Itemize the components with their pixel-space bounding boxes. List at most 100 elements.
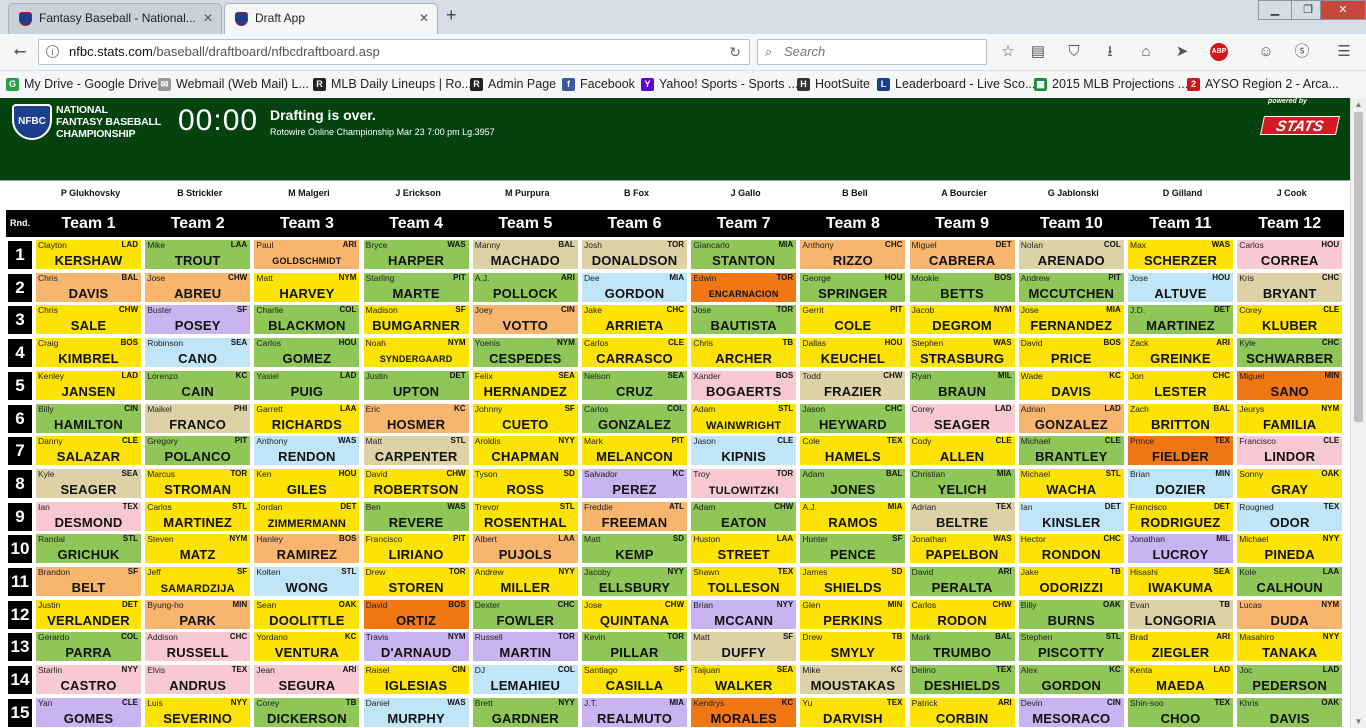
draft-pick-cell[interactable]: Manny BAL MACHADO [472,240,578,269]
draft-pick-cell[interactable]: Kyle CHC SCHWARBER [1237,338,1343,368]
menu-icon[interactable]: ☰ [1332,40,1356,64]
draft-pick-cell[interactable]: Kenley LAD JANSEN [36,370,141,400]
draft-pick-cell[interactable]: Zack ARI GREINKE [1128,338,1233,368]
bookmark-item[interactable]: H HootSuite [797,71,870,98]
draft-pick-cell[interactable]: Carlos STL MARTINEZ [145,501,251,531]
draft-pick-cell[interactable]: Gerardo COL PARRA [36,632,141,662]
draft-pick-cell[interactable]: Aroldis NYY CHAPMAN [472,436,578,466]
tab-close-icon[interactable]: ✕ [203,4,213,32]
emoji-icon[interactable]: ☺ [1254,40,1278,64]
draft-pick-cell[interactable]: Andrew PIT MCCUTCHEN [1018,272,1124,302]
draft-pick-cell[interactable]: Joc LAD PEDERSON [1237,665,1343,695]
draft-pick-cell[interactable]: Francisco CLE LINDOR [1237,436,1343,466]
draft-pick-cell[interactable]: Jacoby NYY ELLSBURY [582,567,687,596]
draft-pick-cell[interactable]: James SD SHIELDS [800,567,906,596]
draft-pick-cell[interactable]: Billy CIN HAMILTON [36,403,141,433]
draft-pick-cell[interactable]: Yu TEX DARVISH [800,697,906,727]
draft-pick-cell[interactable]: Kole LAA CALHOUN [1237,567,1343,596]
draft-pick-cell[interactable]: Stephen WAS STRASBURG [909,338,1015,368]
draft-pick-cell[interactable]: Josh TOR DONALDSON [582,240,687,269]
team-header[interactable]: Team 1 [34,210,143,237]
draft-pick-cell[interactable]: Jonathan MIL LUCROY [1128,534,1233,564]
draft-pick-cell[interactable]: Freddie ATL FREEMAN [582,501,687,531]
draft-pick-cell[interactable]: Eric KC HOSMER [363,403,469,433]
draft-pick-cell[interactable]: Byung-ho MIN PARK [145,599,251,629]
draft-pick-cell[interactable]: Nelson SEA CRUZ [582,370,687,400]
draft-pick-cell[interactable]: David CHW ROBERTSON [363,468,469,498]
bookmark-item[interactable]: G My Drive - Google Drive [6,71,157,98]
team-header[interactable]: Team 11 [1126,210,1235,237]
draft-pick-cell[interactable]: Carlos COL GONZALEZ [582,403,687,433]
draft-pick-cell[interactable]: Dexter CHC FOWLER [472,599,578,629]
draft-pick-cell[interactable]: Elvis TEX ANDRUS [145,665,251,695]
window-close-button[interactable]: ✕ [1320,0,1366,20]
draft-pick-cell[interactable]: Lorenzo KC CAIN [145,370,251,400]
draft-pick-cell[interactable]: Christian MIA YELICH [909,468,1015,498]
bookmark-item[interactable]: R Admin Page [470,71,556,98]
draft-pick-cell[interactable]: Kolten STL WONG [254,567,360,596]
back-button[interactable]: ⭠ [6,40,34,64]
draft-pick-cell[interactable]: Prince TEX FIELDER [1128,436,1233,466]
draft-pick-cell[interactable]: Michael NYY PINEDA [1237,534,1343,564]
draft-pick-cell[interactable]: David BOS PRICE [1018,338,1124,368]
draft-pick-cell[interactable]: Hisashi SEA IWAKUMA [1128,567,1233,596]
draft-pick-cell[interactable]: Adam STL WAINWRIGHT [691,403,797,433]
team-header[interactable]: Team 8 [798,210,907,237]
scrollbar-thumb[interactable] [1354,112,1363,422]
draft-pick-cell[interactable]: Kris CHC BRYANT [1237,272,1343,302]
draft-pick-cell[interactable]: Troy TOR TULOWITZKI [691,468,797,498]
draft-pick-cell[interactable]: Jose TOR BAUTISTA [691,305,797,335]
draft-pick-cell[interactable]: Matt SF DUFFY [691,632,797,662]
draft-pick-cell[interactable]: Khris OAK DAVIS [1237,697,1343,727]
draft-pick-cell[interactable]: Cole TEX HAMELS [800,436,906,466]
draft-pick-cell[interactable]: Starling PIT MARTE [363,272,469,302]
tab-draft-app[interactable]: Draft App ✕ [224,3,438,34]
draft-pick-cell[interactable]: Charlie COL BLACKMON [254,305,360,335]
draft-pick-cell[interactable]: Hunter SF PENCE [800,534,906,564]
send-icon[interactable]: ➤ [1170,40,1194,64]
draft-pick-cell[interactable]: Randal STL GRICHUK [36,534,141,564]
draft-pick-cell[interactable]: Nolan COL ARENADO [1018,240,1124,269]
home-icon[interactable]: ⌂ [1134,40,1158,64]
draft-pick-cell[interactable]: Travis NYM D'ARNAUD [363,632,469,662]
draft-pick-cell[interactable]: Chris TB ARCHER [691,338,797,368]
draft-pick-cell[interactable]: Joey CIN VOTTO [472,305,578,335]
draft-pick-cell[interactable]: Craig BOS KIMBREL [36,338,141,368]
draft-pick-cell[interactable]: Hector CHC RONDON [1018,534,1124,564]
draft-pick-cell[interactable]: Chris CHW SALE [36,305,141,335]
draft-pick-cell[interactable]: Bryce WAS HARPER [363,240,469,269]
pocket-icon[interactable]: ⛉ [1062,40,1086,64]
url-bar[interactable]: i nfbc.stats.com/baseball/draftboard/nfb… [38,39,750,65]
draft-pick-cell[interactable]: Alex KC GORDON [1018,665,1124,695]
draft-pick-cell[interactable]: Russell TOR MARTIN [472,632,578,662]
draft-pick-cell[interactable]: Michael CLE BRANTLEY [1018,436,1124,466]
draft-pick-cell[interactable]: Xander BOS BOGAERTS [691,370,797,400]
draft-pick-cell[interactable]: Jeff SF SAMARDZIJA [145,567,251,596]
draft-pick-cell[interactable]: Billy OAK BURNS [1018,599,1124,629]
draft-pick-cell[interactable]: Jason CLE KIPNIS [691,436,797,466]
draft-pick-cell[interactable]: Andrew NYY MILLER [472,567,578,596]
draft-pick-cell[interactable]: Brad ARI ZIEGLER [1128,632,1233,662]
draft-pick-cell[interactable]: Clayton LAD KERSHAW [36,240,141,269]
draft-pick-cell[interactable]: Mookie BOS BETTS [909,272,1015,302]
team-header[interactable]: Team 5 [471,210,580,237]
draft-pick-cell[interactable]: Corey LAD SEAGER [909,403,1015,433]
draft-pick-cell[interactable]: Yordano KC VENTURA [254,632,360,662]
draft-pick-cell[interactable]: Jake TB ODORIZZI [1018,567,1124,596]
draft-pick-cell[interactable]: Danny CLE SALAZAR [36,436,141,466]
draft-pick-cell[interactable]: Jose HOU ALTUVE [1128,272,1233,302]
team-header[interactable]: Team 10 [1017,210,1126,237]
draft-pick-cell[interactable]: Ken HOU GILES [254,468,360,498]
draft-pick-cell[interactable]: Drew TB SMYLY [800,632,906,662]
draft-pick-cell[interactable]: Gerrit PIT COLE [800,305,906,335]
draft-pick-cell[interactable]: J.D. DET MARTINEZ [1128,305,1233,335]
draft-pick-cell[interactable]: Paul ARI GOLDSCHMIDT [254,240,360,269]
draft-pick-cell[interactable]: Carlos HOU GOMEZ [254,338,360,368]
draft-pick-cell[interactable]: Cody CLE ALLEN [909,436,1015,466]
draft-pick-cell[interactable]: Mark BAL TRUMBO [909,632,1015,662]
draft-pick-cell[interactable]: Dallas HOU KEUCHEL [800,338,906,368]
draft-pick-cell[interactable]: Jon CHC LESTER [1128,370,1233,400]
draft-pick-cell[interactable]: Giancarlo MIA STANTON [691,240,797,269]
scroll-down-icon[interactable]: ▼ [1351,717,1366,726]
new-tab-button[interactable]: + [446,5,457,26]
